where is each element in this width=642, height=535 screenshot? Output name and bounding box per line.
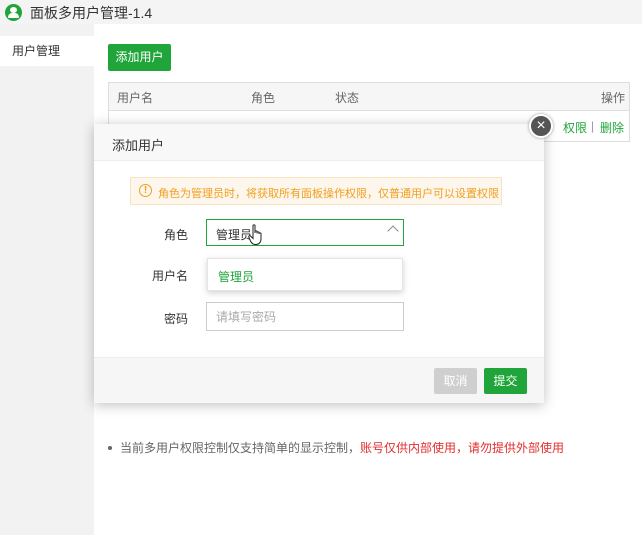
close-icon[interactable]: × xyxy=(529,114,553,138)
column-header-role: 角色 xyxy=(251,91,276,105)
role-select-value: 管理员 xyxy=(216,228,253,242)
sidebar: 用户管理 xyxy=(0,24,94,535)
password-input[interactable] xyxy=(206,302,404,331)
submit-button[interactable]: 提交 xyxy=(484,368,527,394)
column-header-actions: 操作 xyxy=(601,91,626,105)
bullet-icon xyxy=(108,446,112,450)
column-header-status: 状态 xyxy=(335,91,360,105)
dialog-footer: 取消 提交 xyxy=(94,357,544,403)
add-user-button[interactable]: 添加用户 xyxy=(108,44,171,71)
usage-note: 当前多用户权限控制仅支持简单的显示控制，账号仅供内部使用，请勿提供外部使用 xyxy=(108,439,564,456)
dialog-title: 添加用户 xyxy=(112,138,165,153)
note-warning: 账号仅供内部使用，请勿提供外部使用 xyxy=(360,441,565,455)
username-label: 用户名 xyxy=(151,269,188,283)
role-select[interactable]: 管理员 xyxy=(206,219,404,246)
title-bar: 面板多用户管理-1.4 xyxy=(0,0,642,24)
app-title: 面板多用户管理-1.4 xyxy=(30,5,153,21)
add-user-dialog: 添加用户 ! 角色为管理员时，将获取所有面板操作权限，仅普通用户可以设置权限 角… xyxy=(94,124,544,403)
warning-text: 角色为管理员时，将获取所有面板操作权限，仅普通用户可以设置权限 xyxy=(158,188,499,200)
sidebar-item-user-management[interactable]: 用户管理 xyxy=(0,36,94,66)
table-header: 用户名 角色 状态 操作 xyxy=(109,83,629,111)
password-label: 密码 xyxy=(163,312,188,326)
column-header-username: 用户名 xyxy=(117,91,154,105)
hand-cursor-icon xyxy=(248,224,262,245)
chevron-up-icon xyxy=(387,225,399,237)
role-option-admin[interactable]: 管理员 xyxy=(218,268,254,285)
role-dropdown: 管理员 xyxy=(207,258,403,291)
user-icon xyxy=(5,4,22,21)
warning-icon: ! xyxy=(139,184,152,197)
dialog-header: 添加用户 xyxy=(94,124,544,161)
cancel-button[interactable]: 取消 xyxy=(434,368,477,394)
permissions-link[interactable]: 权限 xyxy=(563,119,587,136)
delete-link[interactable]: 删除 xyxy=(600,119,624,136)
note-text: 当前多用户权限控制仅支持简单的显示控制， xyxy=(120,441,361,455)
role-label: 角色 xyxy=(163,228,188,242)
action-separator: | xyxy=(591,119,595,133)
warning-banner: ! 角色为管理员时，将获取所有面板操作权限，仅普通用户可以设置权限 xyxy=(130,177,502,205)
